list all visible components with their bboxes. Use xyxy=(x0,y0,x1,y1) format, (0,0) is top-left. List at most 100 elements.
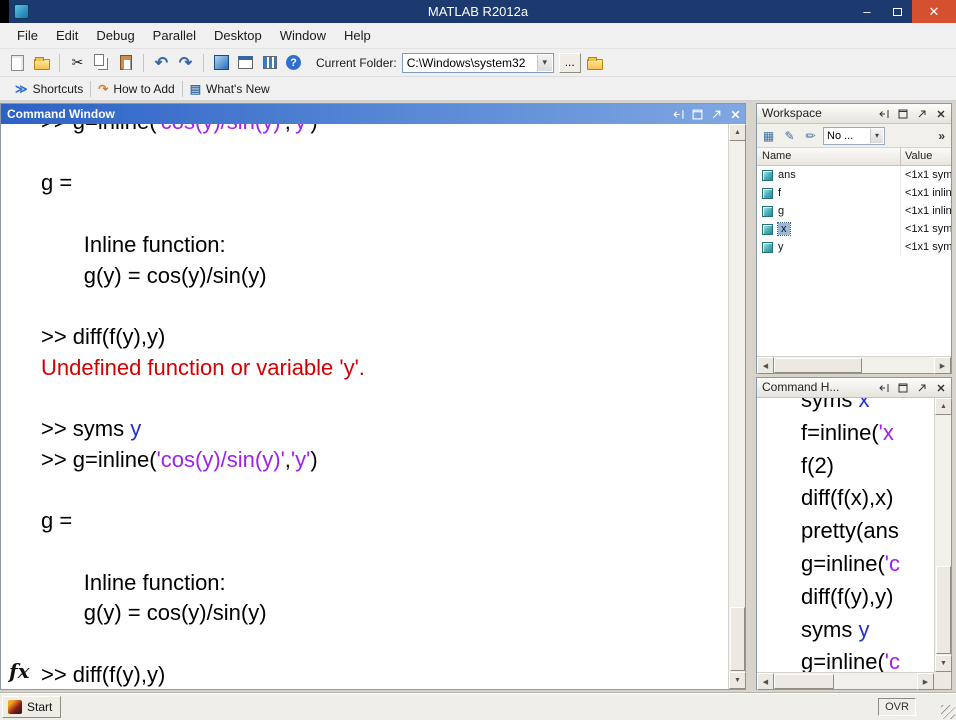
workspace-titlebar[interactable]: Workspace xyxy=(757,104,951,124)
command-window-titlebar[interactable]: Command Window xyxy=(1,104,745,124)
new-script-icon[interactable] xyxy=(8,53,27,72)
dock-icon[interactable] xyxy=(878,382,890,394)
scroll-thumb[interactable] xyxy=(730,607,745,671)
redo-icon[interactable]: ↷ xyxy=(176,53,195,72)
variable-name: ans xyxy=(778,169,796,181)
dock-icon[interactable] xyxy=(672,108,684,120)
maximize-icon[interactable] xyxy=(897,382,909,394)
menu-item-debug[interactable]: Debug xyxy=(87,23,143,48)
scroll-thumb[interactable] xyxy=(936,566,951,654)
variable-value: <1x1 sym xyxy=(905,223,951,235)
minimize-button[interactable]: – xyxy=(852,0,882,23)
close-button[interactable]: ✕ xyxy=(912,0,956,23)
open-file-icon[interactable] xyxy=(32,53,51,72)
cut-icon[interactable]: ✂ xyxy=(68,53,87,72)
maximize-button[interactable] xyxy=(882,0,912,23)
shortcuts-bar: ≫ Shortcuts ↷ How to Add ▤ What's New xyxy=(0,77,956,101)
undock-icon[interactable] xyxy=(710,108,722,120)
column-header-name[interactable]: Name xyxy=(757,148,901,165)
combo-arrow-icon[interactable]: ▾ xyxy=(536,54,552,71)
code-line: f=inline('x xyxy=(801,417,934,450)
workspace-row-x[interactable]: x <1x1 sym xyxy=(757,220,951,238)
code-segment: pretty(ans xyxy=(801,518,899,544)
simulink-icon[interactable] xyxy=(212,53,231,72)
workspace-title: Workspace xyxy=(762,106,822,120)
command-window-body[interactable]: >> g=inline('cos(y)/sin(y)','y') g = Inl… xyxy=(1,124,728,689)
variable-name-cell: g xyxy=(757,202,901,220)
command-history-titlebar[interactable]: Command H... xyxy=(757,378,951,398)
column-header-value[interactable]: Value xyxy=(901,148,951,165)
code-line: diff(f(x),x) xyxy=(801,482,934,515)
code-segment: Inline function: xyxy=(41,569,226,595)
current-folder-combobox[interactable]: C:\Windows\system32 ▾ xyxy=(401,52,554,73)
code-segment: g = xyxy=(41,508,73,534)
menu-item-desktop[interactable]: Desktop xyxy=(205,23,271,48)
code-line: g=inline('c xyxy=(801,548,934,581)
toolbar-separator xyxy=(203,53,204,72)
menu-item-window[interactable]: Window xyxy=(271,23,335,48)
scroll-right-button[interactable]: ▶ xyxy=(934,357,951,374)
workspace-row-y[interactable]: y <1x1 sym xyxy=(757,238,951,256)
start-button[interactable]: Start xyxy=(2,696,62,718)
code-line: pretty(ans xyxy=(801,515,934,548)
profiler-icon[interactable] xyxy=(260,53,279,72)
code-segment: >> diff(f(y),y) xyxy=(41,661,166,687)
close-icon[interactable] xyxy=(935,382,947,394)
dock-icon[interactable] xyxy=(878,108,890,120)
up-one-folder-icon[interactable] xyxy=(586,53,605,72)
function-hints-button[interactable]: fx xyxy=(9,659,30,683)
paste-icon[interactable] xyxy=(116,53,135,72)
menu-item-help[interactable]: Help xyxy=(335,23,380,48)
shortcut-item-2[interactable]: ▤ What's New xyxy=(183,82,277,96)
stack-dropdown[interactable]: No ... ▾ xyxy=(823,126,885,145)
menu-item-parallel[interactable]: Parallel xyxy=(144,23,205,48)
command-history-body[interactable]: syms x f=inline('x f(2) diff(f(x),x) pretty(… xyxy=(757,398,934,672)
menu-item-file[interactable]: File xyxy=(8,23,47,48)
scroll-up-button[interactable]: ▲ xyxy=(729,124,746,141)
scroll-down-button[interactable]: ▼ xyxy=(935,655,952,672)
help-icon[interactable]: ? xyxy=(284,53,303,72)
shortcut-item-0[interactable]: ≫ Shortcuts xyxy=(8,82,90,96)
window-title: MATLAB R2012a xyxy=(427,4,529,19)
plot-brush-icon[interactable]: ✏ xyxy=(802,127,819,144)
undock-icon[interactable] xyxy=(916,382,928,394)
scroll-left-button[interactable]: ◀ xyxy=(757,357,774,374)
scroll-up-button[interactable]: ▲ xyxy=(935,398,952,415)
variable-name: g xyxy=(778,205,785,217)
scroll-thumb[interactable] xyxy=(774,358,862,373)
combo-arrow-icon[interactable]: ▾ xyxy=(870,128,883,143)
copy-icon[interactable] xyxy=(92,53,111,72)
maximize-icon[interactable] xyxy=(691,108,703,120)
toolbar-overflow-icon[interactable]: » xyxy=(938,129,948,143)
scroll-left-button[interactable]: ◀ xyxy=(757,673,774,690)
workspace-row-ans[interactable]: ans <1x1 sym xyxy=(757,166,951,184)
code-line: g(y) = cos(y)/sin(y) xyxy=(41,261,728,292)
close-icon[interactable] xyxy=(729,108,741,120)
workspace-row-f[interactable]: f <1x1 inlin xyxy=(757,184,951,202)
shortcut-item-1[interactable]: ↷ How to Add xyxy=(91,82,181,96)
resize-grip[interactable] xyxy=(941,705,955,719)
code-segment: g = xyxy=(41,170,73,196)
scroll-right-button[interactable]: ▶ xyxy=(917,673,934,690)
command-history-vscrollbar[interactable]: ▲ ▼ xyxy=(934,398,952,672)
scroll-thumb[interactable] xyxy=(774,674,834,689)
new-variable-icon[interactable]: ▦ xyxy=(760,127,777,144)
undo-icon[interactable]: ↶ xyxy=(152,53,171,72)
menu-item-edit[interactable]: Edit xyxy=(47,23,87,48)
undock-icon[interactable] xyxy=(916,108,928,120)
guide-icon[interactable] xyxy=(236,53,255,72)
scroll-down-button[interactable]: ▼ xyxy=(729,672,746,689)
command-history-hscrollbar[interactable]: ◀ ▶ xyxy=(757,672,934,690)
workspace-hscrollbar[interactable]: ◀ ▶ xyxy=(757,356,951,374)
menu-bar: File Edit Debug Parallel Desktop Window Help xyxy=(0,23,956,49)
command-window-scrollbar[interactable]: ▲ ▼ xyxy=(728,124,746,689)
maximize-icon[interactable] xyxy=(897,108,909,120)
import-data-icon[interactable]: ✎ xyxy=(781,127,798,144)
status-bar: Start OVR xyxy=(0,693,956,720)
close-icon[interactable] xyxy=(935,108,947,120)
browse-folder-button[interactable]: ... xyxy=(558,52,581,73)
workspace-row-g[interactable]: g <1x1 inlin xyxy=(757,202,951,220)
maximize-icon xyxy=(892,7,902,16)
